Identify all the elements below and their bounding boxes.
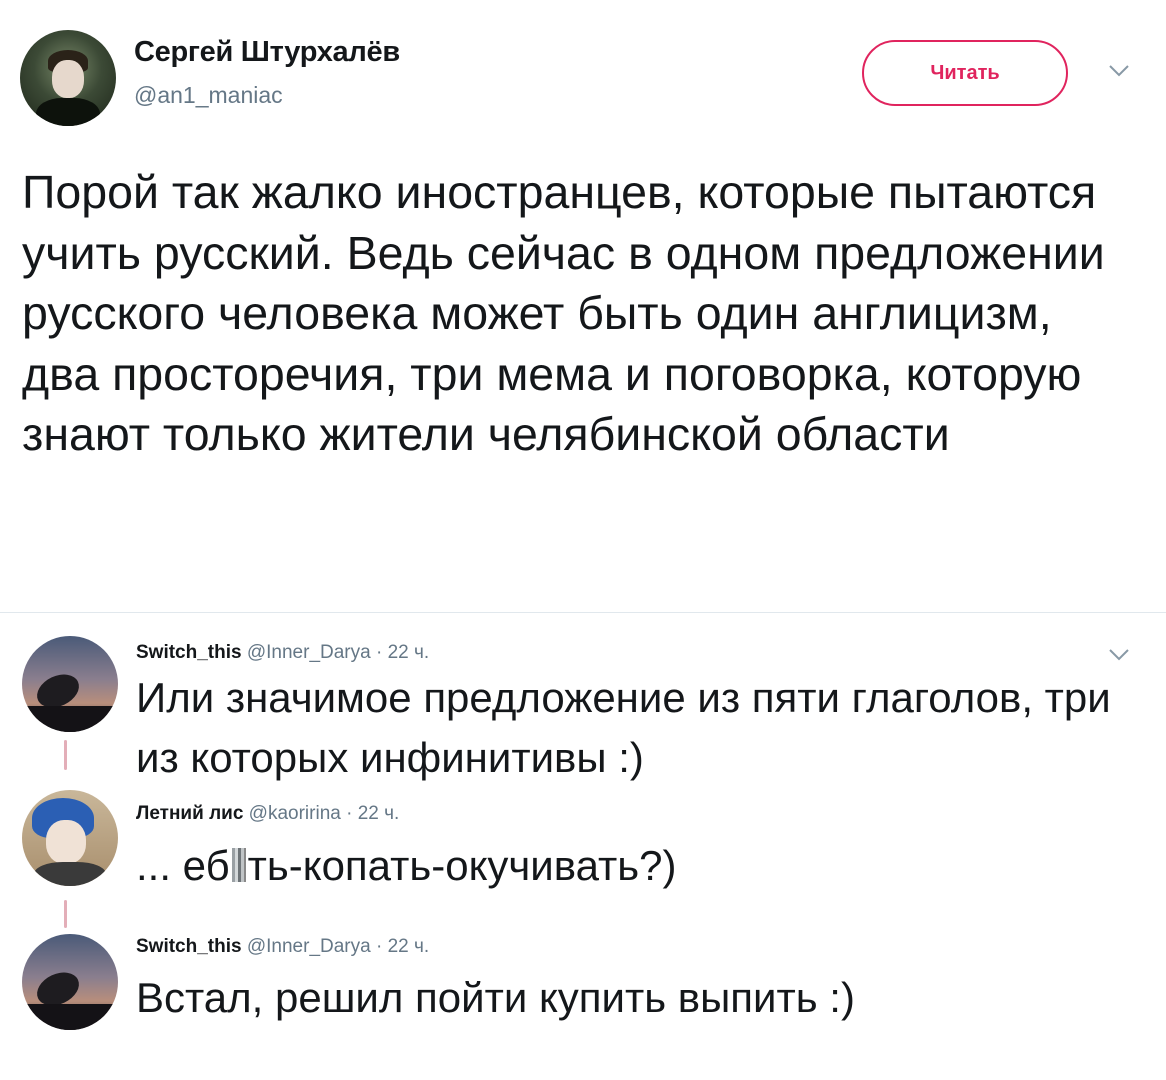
reply-time[interactable]: · 22 ч. [346,803,399,824]
reply-time[interactable]: · 22 ч. [376,642,429,663]
author-avatar[interactable] [20,30,116,126]
reply-text: Или значимое предложение из пяти глаголо… [136,674,1111,781]
reply-meta: Летний лис @kaoririna · 22 ч. [136,803,399,825]
reply-avatar[interactable] [22,636,118,732]
follow-button[interactable]: Читать [862,40,1068,106]
reply-author-handle[interactable]: @Inner_Darya [247,936,371,957]
thread-line [64,740,67,770]
reply-text: ... еб ть-копать-окучивать?) [136,836,1126,896]
reply-text: Встал, решил пойти купить выпить :) [136,974,855,1021]
reply-author-name[interactable]: Летний лис [136,803,243,824]
thread-line [64,900,67,928]
chevron-down-icon[interactable] [1104,58,1134,82]
reply-meta: Switch_this @Inner_Darya · 22 ч. [136,936,429,958]
chevron-down-icon[interactable] [1104,642,1134,666]
avatar-face [52,60,84,98]
reply-text-end: ть-копать-окучивать?) [247,842,677,889]
reply-author-handle[interactable]: @Inner_Darya [247,642,371,663]
reply-avatar[interactable] [22,934,118,1030]
reply-avatar[interactable] [22,790,118,886]
author-handle[interactable]: @an1_maniac [134,82,283,109]
reply-text-start: ... еб [136,842,230,889]
reply-author-handle[interactable]: @kaoririna [249,803,341,824]
tweet-text: Порой так жалко иностранцев, которые пыт… [22,166,1105,460]
avatar-shirt [34,862,106,886]
reply-meta: Switch_this @Inner_Darya · 22 ч. [136,642,429,664]
reply-author-name[interactable]: Switch_this [136,642,242,663]
avatar-face [46,820,86,864]
author-name[interactable]: Сергей Штурхалёв [134,36,400,69]
divider [0,612,1166,613]
reply-time[interactable]: · 22 ч. [376,936,429,957]
avatar-ground [22,706,118,732]
avatar-body [36,98,100,126]
reply-author-name[interactable]: Switch_this [136,936,242,957]
censor-mark [231,848,246,882]
avatar-ground [22,1004,118,1030]
